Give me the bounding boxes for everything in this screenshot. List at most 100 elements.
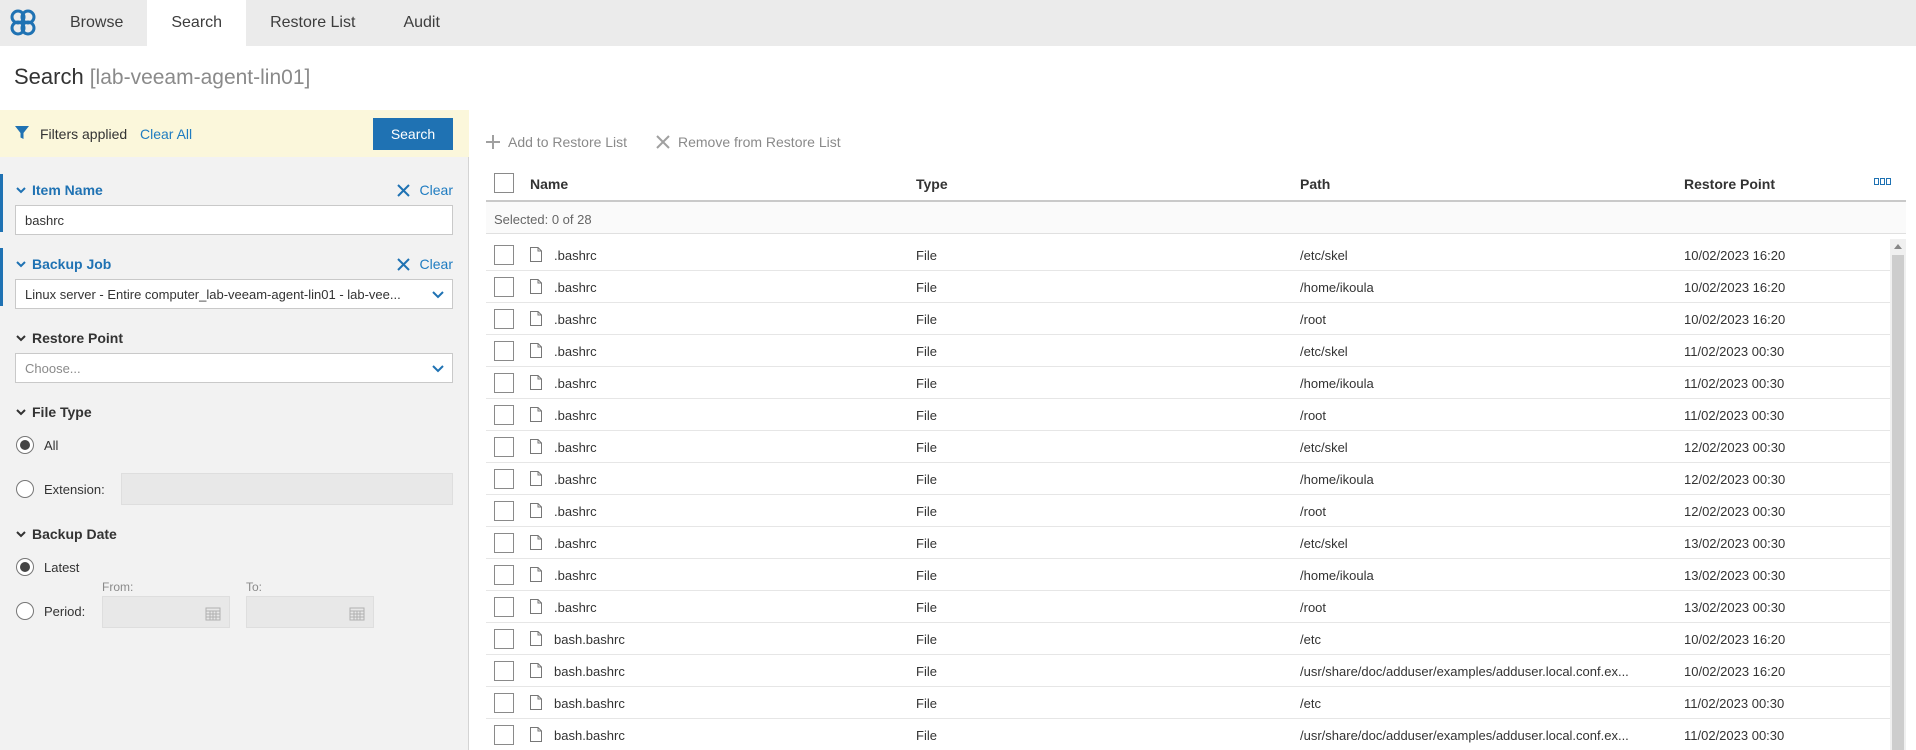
app-logo-icon[interactable] bbox=[0, 0, 46, 46]
backup-date-latest-radio[interactable] bbox=[16, 558, 34, 576]
table-row[interactable]: .bashrc File/etc/skel 10/02/2023 16:20 bbox=[486, 239, 1890, 271]
search-button[interactable]: Search bbox=[373, 118, 453, 150]
row-checkbox[interactable] bbox=[494, 693, 514, 713]
row-checkbox[interactable] bbox=[494, 437, 514, 457]
backup-date-period-option[interactable]: Period: bbox=[16, 602, 85, 620]
column-header-restore-point[interactable]: Restore Point bbox=[1684, 176, 1775, 192]
file-type-extension-radio[interactable] bbox=[16, 480, 34, 498]
close-icon bbox=[396, 257, 410, 271]
chevron-down-icon bbox=[16, 261, 26, 268]
item-name-header[interactable]: Item Name bbox=[16, 182, 103, 198]
cell-restore-point: 10/02/2023 16:20 bbox=[1684, 312, 1786, 327]
row-checkbox[interactable] bbox=[494, 629, 514, 649]
table-row[interactable]: .bashrc File/etc/skel 12/02/2023 00:30 bbox=[486, 431, 1890, 463]
row-checkbox[interactable] bbox=[494, 405, 514, 425]
cell-type: File bbox=[916, 536, 937, 551]
calendar-icon[interactable] bbox=[349, 605, 365, 621]
file-type-header[interactable]: File Type bbox=[16, 404, 92, 420]
chevron-down-icon bbox=[432, 365, 444, 373]
restore-point-header[interactable]: Restore Point bbox=[16, 330, 123, 346]
select-all-checkbox[interactable] bbox=[494, 173, 514, 193]
item-name-input[interactable] bbox=[15, 205, 453, 235]
file-icon bbox=[530, 439, 542, 454]
cell-restore-point: 12/02/2023 00:30 bbox=[1684, 504, 1786, 519]
table-row[interactable]: .bashrc File/root 12/02/2023 00:30 bbox=[486, 495, 1890, 527]
cell-type: File bbox=[916, 600, 937, 615]
restore-point-select[interactable]: Choose... bbox=[15, 353, 453, 383]
table-row[interactable]: bash.bashrc File/usr/share/doc/adduser/ex… bbox=[486, 719, 1890, 750]
tab-restore-list[interactable]: Restore List bbox=[246, 0, 379, 46]
vertical-scrollbar[interactable] bbox=[1890, 239, 1906, 750]
cell-name: .bashrc bbox=[554, 504, 597, 519]
backup-date-latest-option[interactable]: Latest bbox=[16, 558, 79, 576]
table-row[interactable]: .bashrc File/home/ikoula 11/02/2023 00:30 bbox=[486, 367, 1890, 399]
table-row[interactable]: .bashrc File/root 11/02/2023 00:30 bbox=[486, 399, 1890, 431]
table-row[interactable]: bash.bashrc File/usr/share/doc/adduser/ex… bbox=[486, 655, 1890, 687]
row-checkbox[interactable] bbox=[494, 661, 514, 681]
item-name-clear-label: Clear bbox=[419, 182, 453, 198]
backup-date-period-radio[interactable] bbox=[16, 602, 34, 620]
column-header-name[interactable]: Name bbox=[530, 176, 568, 192]
row-checkbox[interactable] bbox=[494, 501, 514, 521]
row-checkbox[interactable] bbox=[494, 309, 514, 329]
page-title: Search [lab-veeam-agent-lin01] bbox=[14, 64, 310, 90]
backup-job-header[interactable]: Backup Job bbox=[16, 256, 111, 272]
scrollbar-thumb[interactable] bbox=[1892, 255, 1904, 750]
file-type-extension-option[interactable]: Extension: bbox=[16, 480, 105, 498]
cell-restore-point: 11/02/2023 00:30 bbox=[1684, 728, 1785, 743]
clear-all-link[interactable]: Clear All bbox=[140, 126, 192, 142]
cell-type: File bbox=[916, 408, 937, 423]
row-checkbox[interactable] bbox=[494, 341, 514, 361]
row-checkbox[interactable] bbox=[494, 725, 514, 745]
column-menu-icon[interactable] bbox=[1874, 178, 1892, 186]
filter-panel: Filters applied Clear All Search Item Na… bbox=[0, 110, 469, 750]
file-type-all-option[interactable]: All bbox=[16, 436, 58, 454]
row-checkbox[interactable] bbox=[494, 597, 514, 617]
remove-from-restore-list-button[interactable]: Remove from Restore List bbox=[656, 134, 841, 150]
period-from-input[interactable] bbox=[102, 596, 230, 628]
tab-browse[interactable]: Browse bbox=[46, 0, 147, 46]
period-to-input[interactable] bbox=[246, 596, 374, 628]
file-type-all-radio[interactable] bbox=[16, 436, 34, 454]
restore-point-placeholder: Choose... bbox=[25, 361, 81, 376]
backup-job-select[interactable]: Linux server - Entire computer_lab-veeam… bbox=[15, 279, 453, 309]
cell-type: File bbox=[916, 280, 937, 295]
scroll-up-arrow-icon[interactable] bbox=[1894, 243, 1902, 249]
tab-search[interactable]: Search bbox=[147, 0, 247, 46]
row-checkbox[interactable] bbox=[494, 277, 514, 297]
backup-date-header[interactable]: Backup Date bbox=[16, 526, 117, 542]
extension-input[interactable] bbox=[121, 473, 453, 505]
cell-type: File bbox=[916, 472, 937, 487]
table-row[interactable]: .bashrc File/etc/skel 11/02/2023 00:30 bbox=[486, 335, 1890, 367]
row-checkbox[interactable] bbox=[494, 245, 514, 265]
backup-job-clear-button[interactable]: Clear bbox=[396, 256, 453, 272]
column-header-type[interactable]: Type bbox=[916, 176, 948, 192]
tab-audit[interactable]: Audit bbox=[379, 0, 463, 46]
table-row[interactable]: .bashrc File/home/ikoula 10/02/2023 16:20 bbox=[486, 271, 1890, 303]
period-to-label: To: bbox=[246, 580, 263, 594]
calendar-icon[interactable] bbox=[205, 605, 221, 621]
row-checkbox[interactable] bbox=[494, 373, 514, 393]
cell-restore-point: 11/02/2023 00:30 bbox=[1684, 376, 1785, 391]
row-checkbox[interactable] bbox=[494, 469, 514, 489]
column-header-path[interactable]: Path bbox=[1300, 176, 1330, 192]
cell-type: File bbox=[916, 504, 937, 519]
row-checkbox[interactable] bbox=[494, 533, 514, 553]
table-row[interactable]: .bashrc File/home/ikoula 12/02/2023 00:30 bbox=[486, 463, 1890, 495]
row-checkbox[interactable] bbox=[494, 565, 514, 585]
cell-type: File bbox=[916, 312, 937, 327]
file-icon bbox=[530, 311, 542, 326]
chevron-down-icon bbox=[16, 335, 26, 342]
add-to-restore-list-button[interactable]: Add to Restore List bbox=[486, 134, 627, 150]
table-row[interactable]: .bashrc File/etc/skel 13/02/2023 00:30 bbox=[486, 527, 1890, 559]
cell-name: bash.bashrc bbox=[554, 632, 625, 647]
table-row[interactable]: .bashrc File/root 10/02/2023 16:20 bbox=[486, 303, 1890, 335]
table-row[interactable]: bash.bashrc File/etc 11/02/2023 00:30 bbox=[486, 687, 1890, 719]
cell-path: /etc/skel bbox=[1300, 344, 1348, 359]
cell-type: File bbox=[916, 664, 937, 679]
item-name-clear-button[interactable]: Clear bbox=[396, 182, 453, 198]
cell-name: .bashrc bbox=[554, 472, 597, 487]
table-row[interactable]: .bashrc File/home/ikoula 13/02/2023 00:30 bbox=[486, 559, 1890, 591]
table-row[interactable]: .bashrc File/root 13/02/2023 00:30 bbox=[486, 591, 1890, 623]
table-row[interactable]: bash.bashrc File/etc 10/02/2023 16:20 bbox=[486, 623, 1890, 655]
